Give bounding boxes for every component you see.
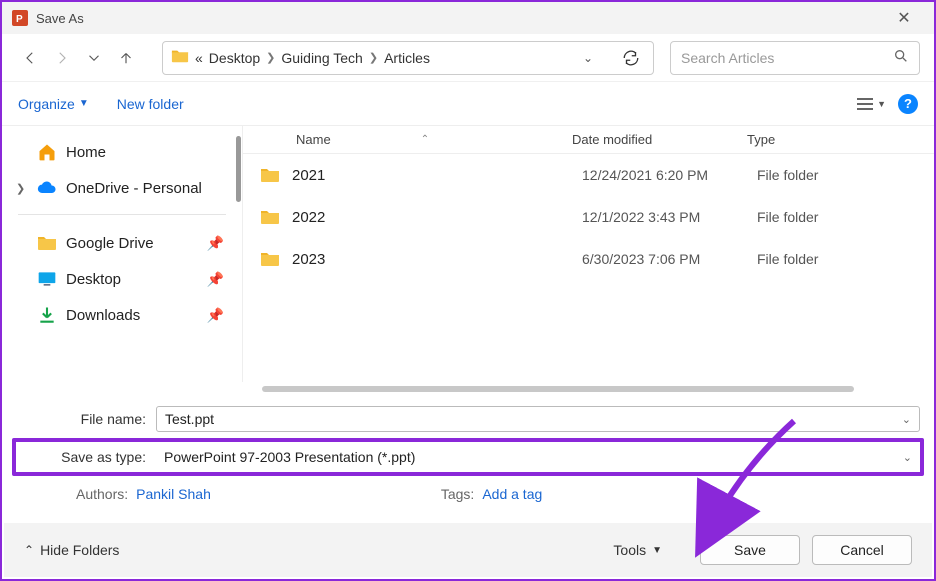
download-icon [36,304,58,326]
authors-label: Authors: [76,486,128,502]
sort-indicator-icon: ⌃ [421,134,429,145]
highlight-annotation: Save as type: PowerPoint 97-2003 Present… [12,438,924,476]
svg-text:P: P [16,14,23,25]
file-list: Name ⌃ Date modified Type 2021 12/24/202… [242,126,934,394]
recent-dropdown[interactable] [80,44,108,72]
view-mode-button[interactable]: ▼ [855,96,886,112]
header-type[interactable]: Type [747,132,934,147]
chevron-down-icon[interactable]: ⌄ [903,451,912,464]
tags-label: Tags: [441,486,474,502]
tags-value[interactable]: Add a tag [482,486,542,502]
window-title: Save As [36,11,884,26]
cloud-icon [36,177,58,199]
tools-dropdown[interactable]: Tools ▼ [613,542,662,558]
close-button[interactable]: ✕ [884,8,924,28]
search-icon [893,48,909,67]
home-icon [36,141,58,163]
new-folder-button[interactable]: New folder [117,96,184,112]
up-button[interactable] [112,44,140,72]
desktop-icon [36,268,58,290]
chevron-down-icon[interactable]: ⌄ [902,413,911,426]
sidebar-item-google-drive[interactable]: Google Drive 📌 [10,225,230,261]
search-box[interactable] [670,41,920,75]
sidebar-separator [18,214,226,215]
forward-button[interactable] [48,44,76,72]
title-bar: P Save As ✕ [2,2,934,34]
chevron-down-icon: ▼ [877,99,886,109]
sidebar-scrollbar[interactable] [236,136,241,202]
hide-folders-button[interactable]: ⌃ Hide Folders [24,542,119,558]
cancel-button[interactable]: Cancel [812,535,912,565]
body-area: Home ❯ OneDrive - Personal Google Drive … [2,126,934,394]
sidebar-item-label: Desktop [66,271,199,288]
folder-icon [171,47,189,68]
sidebar-item-label: Downloads [66,307,199,324]
savetype-label: Save as type: [16,449,156,465]
meta-row: Authors: Pankil Shah Tags: Add a tag [16,486,920,502]
file-date: 12/1/2022 3:43 PM [582,209,757,225]
column-headers: Name ⌃ Date modified Type [242,126,934,154]
filename-input[interactable]: Test.ppt ⌄ [156,406,920,432]
pin-icon[interactable]: 📌 [207,307,224,324]
sidebar-item-desktop[interactable]: Desktop 📌 [10,261,230,297]
back-button[interactable] [16,44,44,72]
savetype-dropdown[interactable]: PowerPoint 97-2003 Presentation (*.ppt) … [156,444,920,470]
sidebar-item-downloads[interactable]: Downloads 📌 [10,297,230,333]
crumb-articles[interactable]: Articles [384,50,430,66]
crumb-desktop[interactable]: Desktop [209,50,260,66]
header-date[interactable]: Date modified [572,132,747,147]
chevron-right-icon: ❯ [266,51,275,64]
file-type: File folder [757,251,818,267]
refresh-button[interactable] [617,44,645,72]
sidebar-item-onedrive[interactable]: ❯ OneDrive - Personal [10,170,230,206]
divider [242,126,243,382]
footer: ⌃ Hide Folders Tools ▼ Save Cancel [4,523,932,577]
file-row[interactable]: 2023 6/30/2023 7:06 PM File folder [242,238,934,280]
help-button[interactable]: ? [898,94,918,114]
folder-icon [260,207,280,227]
organize-button[interactable]: Organize ▼ [18,96,89,112]
file-name: 2022 [292,209,582,226]
chevron-up-icon: ⌃ [24,543,34,557]
sidebar-item-home[interactable]: Home [10,134,230,170]
file-type: File folder [757,209,818,225]
file-name: 2023 [292,251,582,268]
folder-icon [260,249,280,269]
sidebar-item-label: OneDrive - Personal [66,180,224,197]
pin-icon[interactable]: 📌 [207,235,224,252]
crumb-prefix: « [195,50,203,66]
file-type: File folder [757,167,818,183]
app-icon: P [12,10,28,26]
chevron-down-icon[interactable]: ⌄ [583,51,593,65]
horizontal-scrollbar[interactable] [262,386,854,392]
file-date: 12/24/2021 6:20 PM [582,167,757,183]
savetype-row: Save as type: PowerPoint 97-2003 Present… [16,442,920,472]
breadcrumb[interactable]: « Desktop ❯ Guiding Tech ❯ Articles ⌄ [162,41,654,75]
file-date: 6/30/2023 7:06 PM [582,251,757,267]
file-name: 2021 [292,167,582,184]
folder-icon [260,165,280,185]
save-form: File name: Test.ppt ⌄ Save as type: Powe… [2,394,934,502]
chevron-down-icon: ▼ [79,98,89,109]
header-name[interactable]: Name [296,132,331,147]
crumb-guiding-tech[interactable]: Guiding Tech [281,50,362,66]
authors-value[interactable]: Pankil Shah [136,486,211,502]
search-input[interactable] [681,50,893,66]
file-row[interactable]: 2022 12/1/2022 3:43 PM File folder [242,196,934,238]
expand-icon[interactable]: ❯ [16,182,28,195]
sidebar: Home ❯ OneDrive - Personal Google Drive … [2,126,242,394]
file-row[interactable]: 2021 12/24/2021 6:20 PM File folder [242,154,934,196]
pin-icon[interactable]: 📌 [207,271,224,288]
sidebar-item-label: Home [66,144,224,161]
filename-label: File name: [16,411,156,427]
chevron-right-icon: ❯ [369,51,378,64]
sidebar-item-label: Google Drive [66,235,199,252]
chevron-down-icon: ▼ [652,545,662,556]
filename-row: File name: Test.ppt ⌄ [16,404,920,434]
navigation-bar: « Desktop ❯ Guiding Tech ❯ Articles ⌄ [2,34,934,82]
folder-icon [36,232,58,254]
toolbar: Organize ▼ New folder ▼ ? [2,82,934,126]
save-button[interactable]: Save [700,535,800,565]
